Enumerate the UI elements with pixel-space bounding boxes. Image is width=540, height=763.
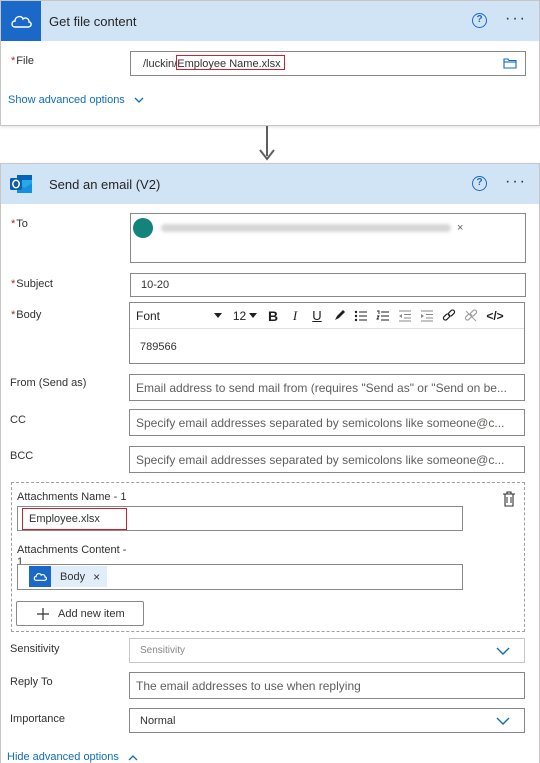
to-input[interactable]: × — [130, 213, 526, 263]
help-icon[interactable]: ? — [472, 13, 487, 28]
highlight-pen-icon[interactable] — [328, 303, 350, 329]
from-label: From (Send as) — [10, 377, 87, 389]
body-label: *Body — [11, 309, 42, 321]
help-icon[interactable]: ? — [472, 176, 487, 191]
editor-toolbar: Font 12 B I U </> — [130, 303, 524, 329]
chip-label: Body — [60, 570, 86, 583]
body-content[interactable]: 789566 — [130, 329, 524, 365]
cc-label: CC — [10, 414, 26, 426]
code-view-button[interactable]: </> — [482, 303, 508, 329]
bold-button[interactable]: B — [262, 303, 284, 329]
font-size-select[interactable]: 12 — [228, 303, 262, 329]
avatar — [133, 218, 153, 238]
body-editor[interactable]: Font 12 B I U </> 789566 — [129, 302, 525, 364]
remove-chip-icon[interactable]: × — [93, 570, 100, 584]
importance-label: Importance — [10, 713, 66, 725]
importance-dropdown[interactable]: Normal — [129, 708, 525, 733]
file-label: *File — [11, 55, 35, 67]
onedrive-icon — [29, 566, 51, 587]
get-file-content-card: Get file content ? ··· *File /luckin/Emp… — [0, 0, 540, 126]
add-new-item-button[interactable]: Add new item — [16, 601, 144, 626]
increase-indent-icon[interactable] — [416, 303, 438, 329]
font-size-value: 12 — [232, 308, 247, 323]
cc-input[interactable]: Specify email addresses separated by sem… — [129, 409, 525, 436]
reply-to-input[interactable]: The email addresses to use when replying — [129, 672, 525, 699]
bullet-list-icon[interactable] — [350, 303, 372, 329]
importance-value: Normal — [140, 714, 176, 727]
more-options-icon[interactable]: ··· — [505, 174, 527, 190]
decrease-indent-icon[interactable] — [394, 303, 416, 329]
onedrive-icon — [1, 1, 41, 41]
caret-down-icon — [214, 313, 222, 318]
bcc-input[interactable]: Specify email addresses separated by sem… — [129, 446, 525, 473]
underline-button[interactable]: U — [306, 303, 328, 329]
attachments-content-label: Attachments Content - — [17, 544, 127, 556]
caret-down-icon — [249, 313, 258, 318]
add-new-item-label: Add new item — [58, 607, 125, 620]
card-header[interactable]: Get file content ? ··· — [1, 1, 539, 41]
hide-advanced-options-link[interactable]: Hide advanced options — [7, 751, 138, 763]
chevron-down-icon — [496, 647, 510, 655]
file-path-prefix: /luckin/ — [143, 57, 178, 70]
file-path-input[interactable]: /luckin/Employee Name.xlsx — [130, 51, 526, 76]
chevron-down-icon — [134, 97, 144, 103]
card-title: Get file content — [49, 13, 137, 29]
card-header[interactable]: Send an email (V2) ? ··· — [1, 164, 539, 204]
font-select-value: Font — [136, 308, 161, 323]
numbered-list-icon[interactable] — [372, 303, 394, 329]
show-advanced-options-link[interactable]: Show advanced options — [8, 94, 144, 106]
font-family-select[interactable]: Font — [136, 303, 228, 329]
dynamic-content-chip[interactable]: Body × — [29, 566, 107, 587]
reply-to-label: Reply To — [10, 676, 53, 688]
plus-icon — [37, 607, 49, 620]
file-path-name: Employee Name.xlsx — [177, 57, 281, 70]
bcc-label: BCC — [10, 450, 34, 462]
remove-recipient-icon[interactable]: × — [457, 222, 463, 234]
unlink-icon[interactable] — [460, 303, 482, 329]
subject-input[interactable]: 10-20 — [130, 273, 526, 297]
subject-label: *Subject — [11, 278, 53, 290]
chevron-up-icon — [128, 754, 138, 761]
arrow-down-icon — [259, 149, 275, 161]
redacted-recipient — [161, 224, 451, 232]
italic-button[interactable]: I — [284, 303, 306, 329]
more-options-icon[interactable]: ··· — [505, 11, 527, 27]
to-label: *To — [11, 218, 28, 230]
card-title: Send an email (V2) — [49, 176, 161, 192]
sensitivity-dropdown[interactable]: Sensitivity — [129, 638, 525, 663]
from-input[interactable]: Email address to send mail from (require… — [129, 374, 525, 401]
link-icon[interactable] — [438, 303, 460, 329]
sensitivity-label: Sensitivity — [10, 643, 60, 655]
recipient-chip[interactable]: × — [133, 218, 463, 238]
sensitivity-value: Sensitivity — [140, 645, 186, 656]
delete-item-icon[interactable] — [502, 491, 516, 510]
chevron-down-icon — [496, 717, 510, 725]
attachments-name-label: Attachments Name - 1 — [17, 491, 127, 503]
attachments-name-input[interactable]: Employee.xlsx — [17, 506, 463, 531]
folder-icon[interactable] — [503, 57, 517, 72]
outlook-icon — [1, 164, 41, 204]
